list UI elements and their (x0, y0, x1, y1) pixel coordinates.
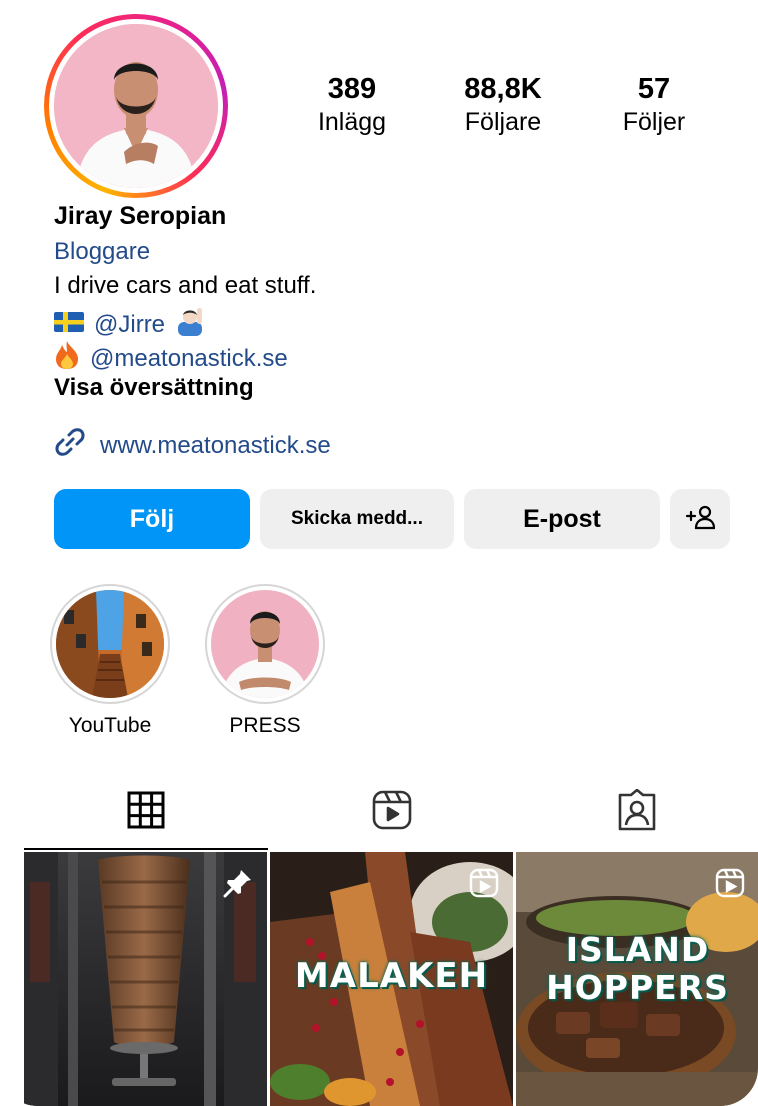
suggested-users-button[interactable] (670, 489, 730, 549)
stat-following[interactable]: 57 Följer (589, 72, 719, 138)
highlight-press-cover (211, 590, 319, 698)
mention-meatonastick-link[interactable]: @meatonastick.se (90, 345, 288, 373)
post-tile-1[interactable] (24, 852, 267, 1106)
avatar (54, 24, 218, 188)
profile-category[interactable]: Bloggare (54, 238, 150, 266)
reels-icon (469, 868, 499, 903)
stat-posts-value: 389 (327, 73, 377, 105)
website-url: www.meatonastick.se (100, 431, 331, 459)
profile-avatar-story-ring[interactable] (44, 14, 228, 198)
post-tile-3[interactable]: ISLAND HOPPERS (516, 852, 758, 1106)
pin-icon (223, 868, 253, 903)
stat-followers-value: 88,8K (464, 73, 542, 105)
profile-bio: I drive cars and eat stuff. (54, 272, 317, 299)
bio-mention-row-1: @Jirre (54, 306, 205, 343)
follow-button[interactable]: Följ (54, 489, 250, 549)
highlight-press-label: PRESS (229, 714, 301, 737)
mention-jirre-link[interactable]: @Jirre (94, 311, 165, 339)
highlight-youtube[interactable]: YouTube (50, 584, 170, 738)
profile-name: Jiray Seropian (54, 202, 227, 230)
highlight-youtube-label: YouTube (68, 714, 152, 737)
active-tab-indicator (24, 848, 268, 850)
post-2-overlay-title: MALAKEH (294, 956, 489, 996)
swedish-flag-icon (54, 311, 84, 339)
reels-icon (715, 868, 745, 903)
stat-posts[interactable]: 389 Inlägg (287, 72, 417, 138)
fire-icon (54, 340, 80, 377)
bio-mention-row-2: @meatonastick.se (54, 340, 288, 377)
person-raising-hand-icon (175, 306, 205, 343)
stat-following-value: 57 (637, 73, 671, 105)
profile-page: 389 Inlägg 88,8K Följare 57 Följer Jiray… (0, 0, 758, 1106)
tagged-person-icon (616, 788, 658, 836)
stat-posts-label: Inlägg (317, 108, 387, 136)
highlight-youtube-cover (56, 590, 164, 698)
stat-followers-label: Följare (464, 108, 542, 136)
post-tile-2[interactable]: MALAKEH (270, 852, 513, 1106)
show-translation-button[interactable]: Visa översättning (54, 374, 254, 402)
tab-tagged[interactable] (597, 788, 677, 836)
website-link[interactable]: www.meatonastick.se (54, 426, 331, 465)
post-3-overlay-title-line1: ISLAND (565, 930, 710, 969)
tab-posts-grid[interactable] (106, 790, 186, 834)
stat-followers[interactable]: 88,8K Följare (438, 72, 568, 138)
email-button[interactable]: E-post (464, 489, 660, 549)
post-3-overlay-title-line2: HOPPERS (546, 968, 729, 1007)
add-user-icon (685, 504, 716, 535)
stat-following-label: Följer (622, 108, 686, 136)
highlight-press[interactable]: PRESS (205, 584, 325, 738)
reels-icon (371, 789, 413, 836)
link-icon (54, 426, 86, 465)
tab-reels[interactable] (352, 790, 432, 834)
message-button[interactable]: Skicka medd... (260, 489, 454, 549)
grid-icon (126, 790, 166, 835)
